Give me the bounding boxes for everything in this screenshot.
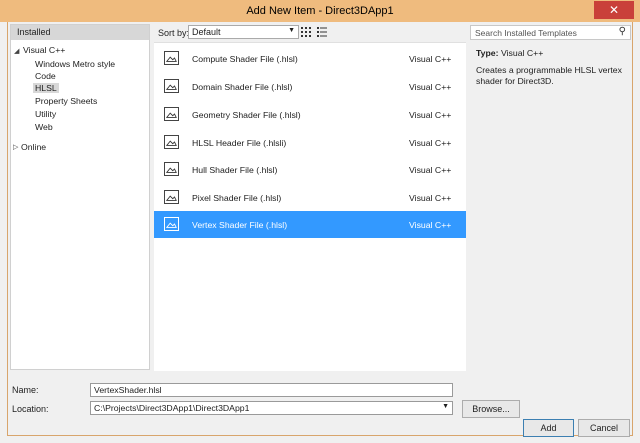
template-description: Creates a programmable HLSL vertex shade… (476, 65, 622, 86)
grid-view-icon[interactable] (300, 26, 312, 38)
template-language: Visual C++ (409, 82, 452, 92)
window-title: Add New Item - Direct3DApp1 (246, 5, 394, 17)
template-type: Type: Visual C++ (476, 48, 543, 58)
installed-label: Installed (17, 27, 51, 37)
template-name: Pixel Shader File (.hlsl) (192, 193, 282, 203)
template-item-geometry-shader[interactable]: Geometry Shader File (.hlsl) Visual C++ (154, 101, 466, 128)
template-name: Vertex Shader File (.hlsl) (192, 220, 288, 230)
close-window-button[interactable]: ✕ (594, 1, 634, 19)
template-name: Domain Shader File (.hlsl) (192, 82, 293, 92)
tree-item-web[interactable]: Web (35, 122, 53, 132)
template-name: HLSL Header File (.hlsli) (192, 138, 287, 148)
installed-header[interactable]: Installed (11, 25, 149, 40)
tree-item-code[interactable]: Code (35, 71, 56, 81)
template-item-compute-shader[interactable]: Compute Shader File (.hlsl) Visual C++ (154, 45, 466, 72)
template-language: Visual C++ (409, 54, 452, 64)
template-item-hull-shader[interactable]: Hull Shader File (.hlsl) Visual C++ (154, 156, 466, 183)
sort-by-value: Default (192, 27, 221, 37)
category-pane: Installed ◢ Visual C++ Windows Metro sty… (10, 24, 150, 370)
template-list: Compute Shader File (.hlsl) Visual C++ D… (154, 42, 466, 371)
image-file-icon (164, 217, 179, 231)
image-file-icon (164, 79, 179, 93)
search-icon[interactable]: ⚲ (619, 26, 626, 37)
tree-item-online[interactable]: Online (21, 142, 46, 152)
location-field[interactable]: C:\Projects\Direct3DApp1\Direct3DApp1 ▼ (90, 401, 453, 415)
tree-item-hlsl[interactable]: HLSL (33, 83, 59, 93)
tree-item-visual-cpp[interactable]: Visual C++ (23, 45, 65, 55)
templates-toolbar: Sort by: Default ▼ (154, 24, 466, 42)
name-field[interactable]: VertexShader.hlsl (90, 383, 453, 397)
type-label: Type: (476, 48, 499, 58)
template-name: Geometry Shader File (.hlsl) (192, 110, 301, 120)
image-file-icon (164, 51, 179, 65)
title-bar: Add New Item - Direct3DApp1 ✕ (0, 0, 640, 22)
template-item-hlsl-header[interactable]: HLSL Header File (.hlsli) Visual C++ (154, 129, 466, 156)
template-language: Visual C++ (409, 110, 452, 120)
add-button[interactable]: Add (523, 419, 574, 437)
details-pane: Search Installed Templates ⚲ Type: Visua… (470, 24, 631, 370)
chevron-down-icon: ▼ (288, 27, 295, 34)
image-file-icon (164, 162, 179, 176)
cancel-button[interactable]: Cancel (578, 419, 630, 437)
image-file-icon (164, 135, 179, 149)
browse-button[interactable]: Browse... (462, 400, 520, 418)
template-language: Visual C++ (409, 138, 452, 148)
tree-item-windows-metro-style[interactable]: Windows Metro style (35, 59, 115, 69)
tree-item-utility[interactable]: Utility (35, 109, 56, 119)
location-value: C:\Projects\Direct3DApp1\Direct3DApp1 (94, 403, 250, 413)
template-language: Visual C++ (409, 165, 452, 175)
name-label: Name: (12, 385, 39, 395)
sort-by-select[interactable]: Default ▼ (188, 25, 299, 39)
chevron-down-icon[interactable]: ▼ (442, 403, 449, 410)
search-placeholder: Search Installed Templates (475, 28, 577, 38)
expanded-caret-icon[interactable]: ◢ (14, 47, 19, 55)
template-language: Visual C++ (409, 220, 452, 230)
template-item-domain-shader[interactable]: Domain Shader File (.hlsl) Visual C++ (154, 73, 466, 100)
image-file-icon (164, 107, 179, 121)
collapsed-caret-icon[interactable]: ▷ (13, 143, 18, 151)
template-item-vertex-shader[interactable]: Vertex Shader File (.hlsl) Visual C++ (154, 211, 466, 238)
template-item-pixel-shader[interactable]: Pixel Shader File (.hlsl) Visual C++ (154, 184, 466, 211)
location-label: Location: (12, 404, 49, 414)
template-name: Hull Shader File (.hlsl) (192, 165, 278, 175)
tree-item-property-sheets[interactable]: Property Sheets (35, 96, 97, 106)
image-file-icon (164, 190, 179, 204)
search-input[interactable]: Search Installed Templates ⚲ (470, 25, 631, 40)
list-view-icon[interactable] (316, 26, 328, 38)
sort-by-label: Sort by: (158, 28, 190, 38)
template-language: Visual C++ (409, 193, 452, 203)
type-value: Visual C++ (500, 48, 544, 58)
template-name: Compute Shader File (.hlsl) (192, 54, 298, 64)
